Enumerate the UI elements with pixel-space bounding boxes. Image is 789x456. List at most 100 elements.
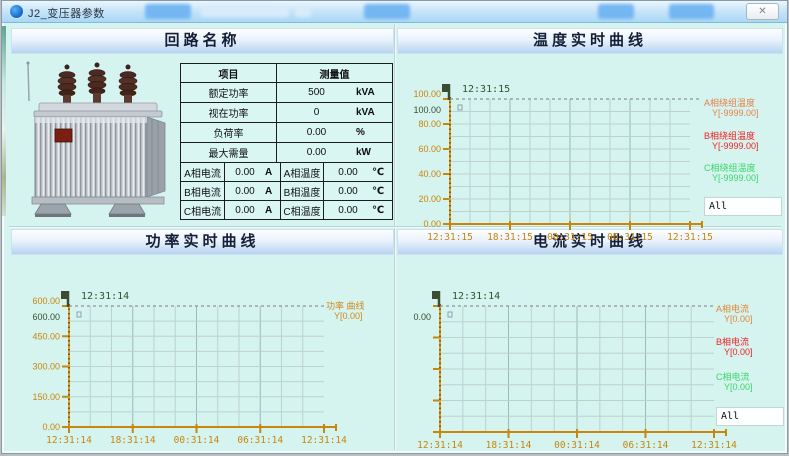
svg-text:0.00: 0.00 — [42, 422, 60, 432]
titlebar-button-blurred[interactable] — [145, 4, 191, 19]
legend-item-2[interactable]: C相绕组温度Y[-9999.00] — [704, 163, 759, 183]
current-chart[interactable]: 0.0012:31:1418:31:1400:31:1406:31:1412:3… — [397, 256, 787, 428]
table-phase-row: C相电流 0.00A C相温度 0.00℃ — [181, 201, 393, 220]
panel-header-circuit: 回路名称 — [11, 28, 394, 54]
legend-all-button[interactable]: All — [704, 197, 782, 216]
svg-text:12:31:15: 12:31:15 — [462, 84, 510, 95]
legend-series-name: A相电流 — [716, 304, 753, 314]
legend-series-value: Y[-9999.00] — [704, 108, 759, 118]
measurement-table: 项目 测量值 额定功率 500kVA 视在功率 0kVA 负荷率 0.00% 最… — [180, 63, 393, 220]
row-unit: kW — [356, 147, 392, 158]
svg-text:12:31:14: 12:31:14 — [417, 440, 463, 451]
phase-value: 0.00 — [225, 186, 265, 197]
svg-text:06:31:14: 06:31:14 — [623, 440, 669, 451]
chart-legend: 功率 曲线Y[0.00] — [326, 256, 394, 428]
phase-value: 0.00 — [225, 205, 265, 216]
svg-text:12:31:14: 12:31:14 — [691, 440, 737, 451]
svg-text:12:31:14: 12:31:14 — [301, 435, 347, 446]
svg-text:12:31:14: 12:31:14 — [46, 435, 92, 446]
legend-item-0[interactable]: 功率 曲线Y[0.00] — [326, 301, 365, 321]
close-button[interactable]: ✕ — [746, 3, 779, 20]
chart-legend: A相电流Y[0.00]B相电流Y[0.00]C相电流Y[0.00]All — [716, 256, 784, 428]
svg-text:18:31:14: 18:31:14 — [110, 435, 156, 446]
svg-text:100.00: 100.00 — [413, 89, 441, 99]
legend-series-value: Y[-9999.00] — [704, 141, 759, 151]
phase-value: 0.00 — [324, 186, 372, 197]
row-label: 负荷率 — [181, 123, 277, 143]
left-edge-decoration — [2, 26, 6, 216]
transformer-body — [35, 117, 147, 197]
panel-header-temperature: 温度实时曲线 — [397, 28, 783, 54]
svg-text:06:31:14: 06:31:14 — [237, 435, 283, 446]
legend-item-1[interactable]: B相绕组温度Y[-9999.00] — [704, 131, 759, 151]
svg-text:00:31:14: 00:31:14 — [554, 440, 600, 451]
row-label: 最大需量 — [181, 143, 277, 163]
svg-text:20.00: 20.00 — [418, 194, 441, 204]
row-value: 0.00 — [277, 147, 356, 158]
chart-legend: A相绕组温度Y[-9999.00]B相绕组温度Y[-9999.00]C相绕组温度… — [704, 56, 782, 228]
legend-series-name: 功率 曲线 — [326, 301, 365, 311]
app-icon — [10, 5, 23, 18]
svg-text:12:31:15: 12:31:15 — [667, 232, 713, 243]
svg-text:600.00: 600.00 — [32, 296, 60, 306]
phase-label: A相电流 — [181, 163, 225, 182]
chart-plot-area: 600.00450.00300.00150.000.00600.0012:31:… — [10, 256, 326, 428]
phase-value: 0.00 — [324, 205, 372, 216]
titlebar-button-blurred[interactable] — [598, 4, 634, 19]
legend-series-value: Y[0.00] — [716, 347, 753, 357]
transformer-antenna — [28, 63, 29, 101]
legend-item-1[interactable]: B相电流Y[0.00] — [716, 337, 753, 357]
legend-all-button[interactable]: All — [716, 407, 784, 426]
main-content: 回路名称 温度实时曲线 功率实时曲线 电流实时曲线 — [2, 22, 787, 453]
legend-item-2[interactable]: C相电流Y[0.00] — [716, 372, 753, 392]
svg-text:450.00: 450.00 — [32, 331, 60, 341]
legend-item-0[interactable]: A相绕组温度Y[-9999.00] — [704, 98, 759, 118]
legend-series-value: Y[0.00] — [326, 311, 365, 321]
legend-series-name: C相电流 — [716, 372, 753, 382]
row-label: 视在功率 — [181, 103, 277, 123]
svg-text:00:31:14: 00:31:14 — [174, 435, 220, 446]
legend-series-value: Y[0.00] — [716, 382, 753, 392]
titlebar-text-blurred — [295, 6, 311, 17]
phase-value: 0.00 — [225, 167, 265, 178]
temperature-chart[interactable]: 100.0080.0060.0040.0020.000.00100.0012:3… — [397, 56, 786, 228]
titlebar-button-blurred[interactable] — [669, 4, 714, 19]
window-title: J2_变压器参数 — [28, 5, 105, 21]
svg-text:00:31:15: 00:31:15 — [547, 232, 593, 243]
row-unit: kVA — [356, 87, 392, 98]
row-value: 0.00 — [277, 127, 356, 138]
phase-unit: A — [265, 186, 280, 197]
legend-item-0[interactable]: A相电流Y[0.00] — [716, 304, 753, 324]
phase-unit: ℃ — [372, 167, 392, 178]
svg-text:12:31:14: 12:31:14 — [452, 291, 500, 302]
phase-label: A相温度 — [281, 163, 324, 182]
phase-unit: A — [265, 205, 280, 216]
col-header-item: 项目 — [181, 64, 277, 83]
svg-text:12:31:15: 12:31:15 — [427, 232, 473, 243]
legend-series-name: B相绕组温度 — [704, 131, 759, 141]
col-header-value: 测量值 — [277, 64, 393, 83]
row-unit: % — [356, 127, 392, 138]
titlebar[interactable]: J2_变压器参数 ✕ — [2, 1, 787, 23]
phase-label: B相电流 — [181, 182, 225, 201]
svg-text:06:31:15: 06:31:15 — [607, 232, 653, 243]
phase-value: 0.00 — [324, 167, 372, 178]
transformer-image — [15, 59, 177, 219]
phase-unit: A — [265, 167, 280, 178]
titlebar-button-blurred[interactable] — [364, 4, 410, 19]
panel-header-power: 功率实时曲线 — [11, 229, 394, 255]
table-phase-row: A相电流 0.00A A相温度 0.00℃ — [181, 163, 393, 182]
svg-text:18:31:15: 18:31:15 — [487, 232, 533, 243]
table-phase-row: B相电流 0.00A B相温度 0.00℃ — [181, 182, 393, 201]
table-row: 额定功率 500kVA — [181, 83, 393, 103]
table-row: 负荷率 0.00% — [181, 123, 393, 143]
transformer-nameplate — [55, 129, 72, 142]
app-window: J2_变压器参数 ✕ 回路名称 温度实时曲线 功率实时曲线 电流实时曲线 — [1, 0, 788, 454]
power-chart[interactable]: 600.00450.00300.00150.000.00600.0012:31:… — [10, 256, 395, 428]
legend-series-value: Y[-9999.00] — [704, 173, 759, 183]
svg-text:150.00: 150.00 — [32, 392, 60, 402]
row-label: 额定功率 — [181, 83, 277, 103]
svg-text:60.00: 60.00 — [418, 144, 441, 154]
legend-series-name: A相绕组温度 — [704, 98, 759, 108]
legend-series-value: Y[0.00] — [716, 314, 753, 324]
